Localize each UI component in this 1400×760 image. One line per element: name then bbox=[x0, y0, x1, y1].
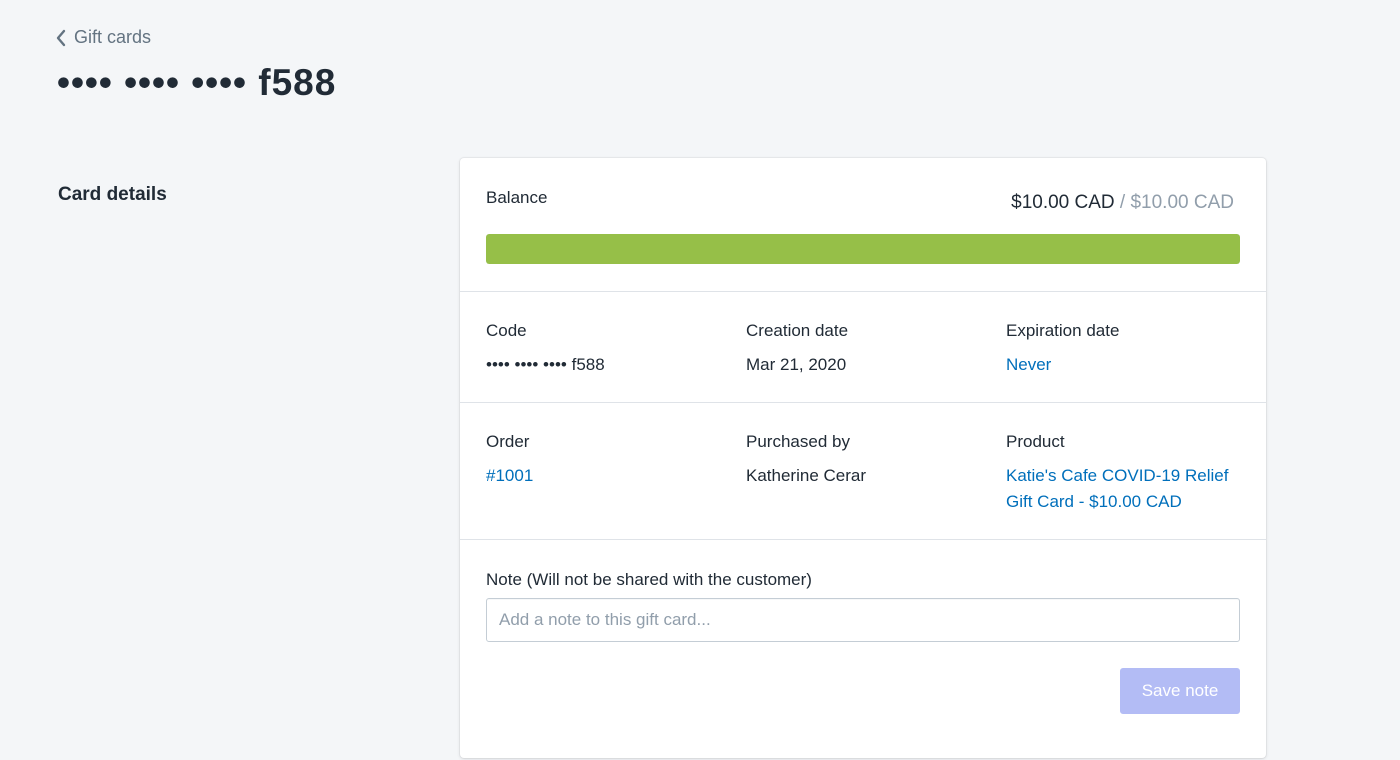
order-section: Order #1001 Purchased by Katherine Cerar… bbox=[460, 402, 1266, 539]
breadcrumb-label: Gift cards bbox=[74, 27, 152, 47]
creation-date-value: Mar 21, 2020 bbox=[746, 355, 847, 374]
expiration-date-link[interactable]: Never bbox=[1006, 355, 1051, 374]
breadcrumb-back-link[interactable]: Gift cards bbox=[55, 27, 151, 48]
code-dates-section: Code •••• •••• •••• f588 Creation date M… bbox=[460, 291, 1266, 402]
product-label: Product bbox=[1006, 432, 1065, 451]
order-label: Order bbox=[486, 432, 530, 451]
note-label: Note (Will not be shared with the custom… bbox=[486, 570, 812, 589]
purchased-by-field: Purchased by Katherine Cerar bbox=[746, 431, 986, 489]
balance-label: Balance bbox=[486, 188, 548, 207]
code-field: Code •••• •••• •••• f588 bbox=[486, 320, 726, 378]
code-value: •••• •••• •••• f588 bbox=[486, 355, 605, 374]
note-section: Note (Will not be shared with the custom… bbox=[460, 539, 1266, 760]
product-link[interactable]: Katie's Cafe COVID-19 Relief Gift Card -… bbox=[1006, 466, 1228, 511]
balance-current: $10.00 CAD bbox=[1011, 192, 1115, 213]
balance-progress-fill bbox=[486, 234, 1240, 264]
section-title: Card details bbox=[58, 184, 167, 205]
creation-date-label: Creation date bbox=[746, 321, 849, 340]
purchased-by-value: Katherine Cerar bbox=[746, 466, 867, 485]
chevron-left-icon bbox=[56, 29, 66, 46]
expiration-date-label: Expiration date bbox=[1006, 321, 1120, 340]
page-title: •••• •••• •••• f588 bbox=[57, 62, 337, 103]
expiration-date-field: Expiration date Never bbox=[1006, 320, 1246, 378]
product-field: Product Katie's Cafe COVID-19 Relief Gif… bbox=[1006, 431, 1246, 515]
creation-date-field: Creation date Mar 21, 2020 bbox=[746, 320, 986, 378]
code-label: Code bbox=[486, 321, 527, 340]
balance-value: $10.00 CAD / $10.00 CAD bbox=[1011, 192, 1234, 214]
balance-progress-bar bbox=[486, 234, 1240, 264]
note-input[interactable] bbox=[486, 598, 1240, 642]
balance-separator: / bbox=[1119, 192, 1126, 213]
save-note-button[interactable]: Save note bbox=[1120, 668, 1240, 714]
order-link[interactable]: #1001 bbox=[486, 466, 533, 485]
order-field: Order #1001 bbox=[486, 431, 726, 489]
balance-section: Balance $10.00 CAD / $10.00 CAD bbox=[460, 158, 1266, 290]
card-details-panel: Balance $10.00 CAD / $10.00 CAD Code •••… bbox=[460, 158, 1266, 758]
balance-initial: $10.00 CAD bbox=[1130, 192, 1234, 213]
purchased-by-label: Purchased by bbox=[746, 432, 850, 451]
